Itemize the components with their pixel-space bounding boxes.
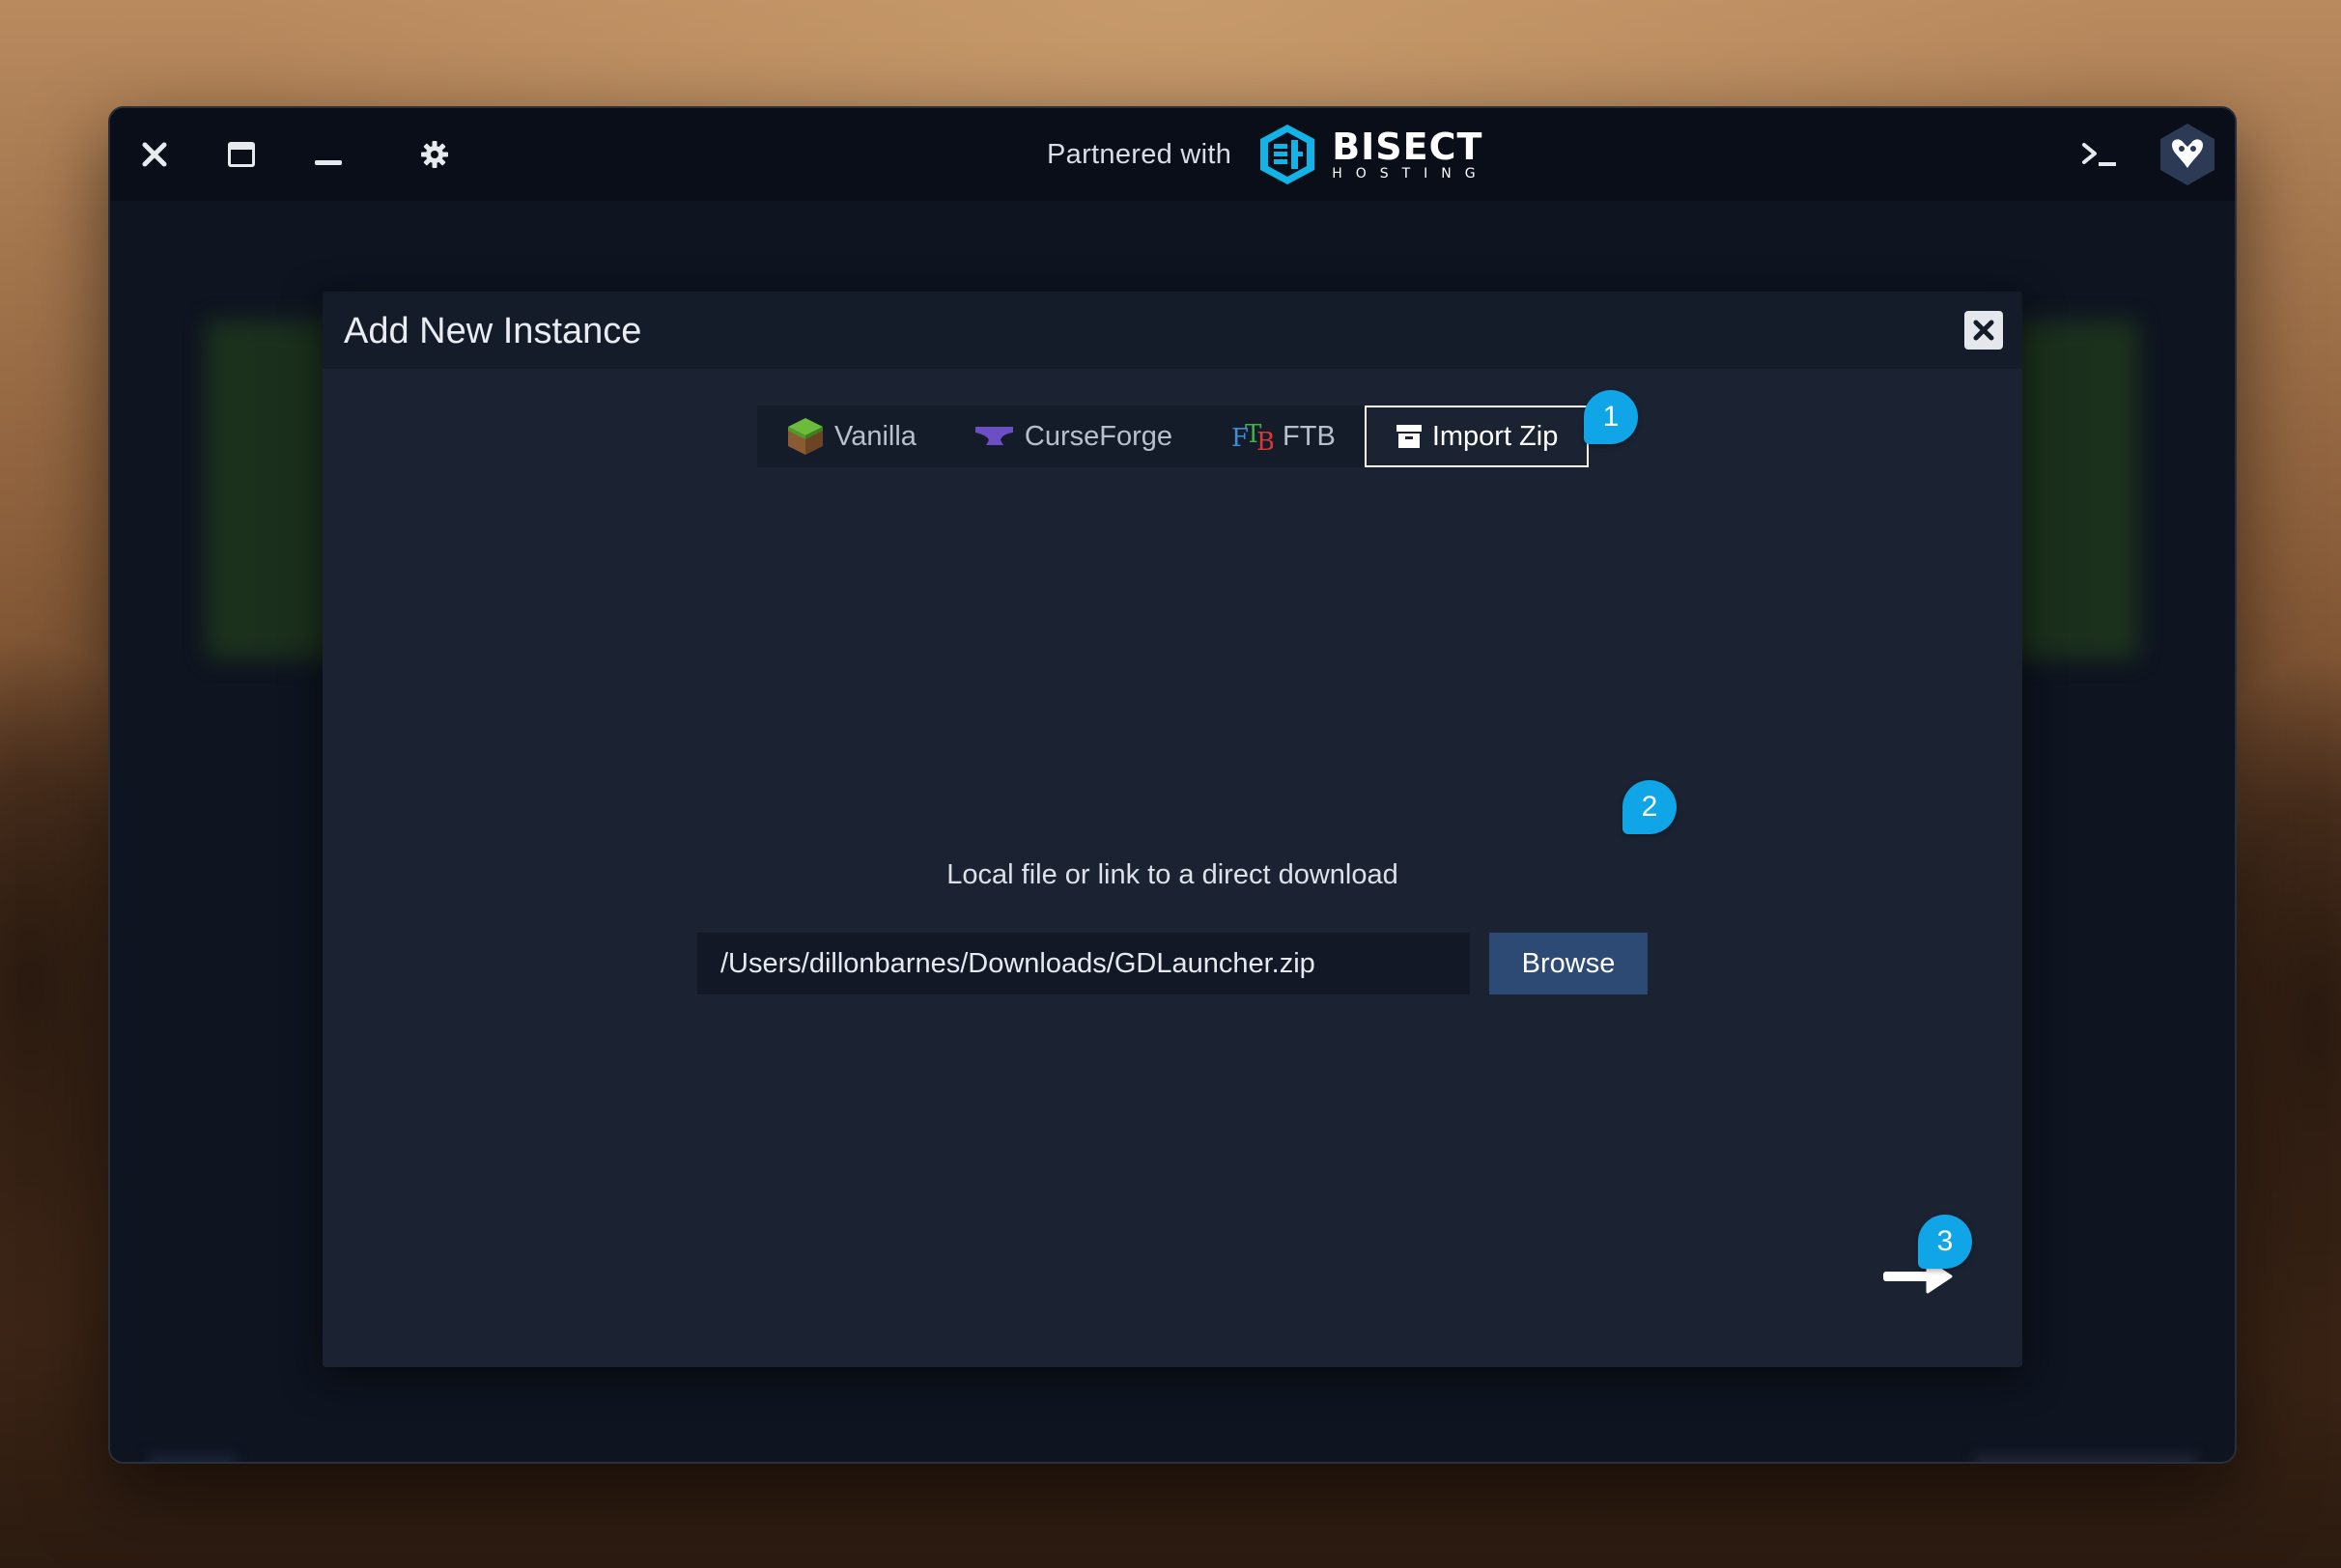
bisect-wordmark: BISECT bbox=[1332, 126, 1483, 168]
zip-path-input[interactable] bbox=[697, 933, 1470, 994]
partner-banner[interactable]: Partnered with BISECT HOSTING bbox=[1047, 125, 1489, 184]
browse-button[interactable]: Browse bbox=[1489, 933, 1648, 994]
step-callout-badge: 1 bbox=[1584, 390, 1638, 444]
tab-import-zip[interactable]: Import Zip bbox=[1364, 406, 1590, 467]
maximize-icon[interactable] bbox=[220, 133, 263, 176]
terminal-icon[interactable] bbox=[2074, 133, 2127, 176]
import-prompt-label: Local file or link to a direct download bbox=[946, 859, 1398, 890]
modal-header: Add New Instance bbox=[323, 292, 2022, 369]
bisect-hex-icon bbox=[1260, 125, 1315, 184]
anvil-icon bbox=[974, 427, 1013, 445]
close-icon bbox=[1973, 320, 1994, 341]
background-blur-block bbox=[149, 1454, 236, 1462]
instance-source-tabs: Vanilla CurseForge F T B FTB bbox=[757, 406, 1590, 467]
tab-curseforge[interactable]: CurseForge bbox=[945, 406, 1201, 467]
title-bar: Partnered with BISECT HOSTING bbox=[110, 108, 2235, 201]
ftb-logo-icon: F T B bbox=[1231, 420, 1273, 454]
close-icon[interactable] bbox=[133, 133, 176, 176]
tab-label: Vanilla bbox=[834, 420, 917, 452]
svg-text:B: B bbox=[1256, 428, 1273, 454]
partner-label: Partnered with bbox=[1047, 138, 1232, 170]
settings-gear-icon[interactable] bbox=[413, 133, 456, 176]
tab-vanilla[interactable]: Vanilla bbox=[757, 406, 945, 467]
tab-label: FTB bbox=[1283, 420, 1336, 452]
bisect-hosting-logo[interactable]: BISECT HOSTING bbox=[1256, 123, 1488, 186]
tab-label: Import Zip bbox=[1431, 420, 1559, 452]
modal-title: Add New Instance bbox=[344, 311, 642, 351]
minecraft-grass-block-icon bbox=[788, 418, 823, 455]
archive-box-icon bbox=[1396, 425, 1422, 448]
background-blur-block bbox=[1974, 1454, 2196, 1462]
step-callout-badge: 3 bbox=[1918, 1215, 1972, 1269]
step-callout-badge: 2 bbox=[1622, 780, 1677, 834]
tab-ftb[interactable]: F T B FTB bbox=[1201, 406, 1365, 467]
bisect-subtitle: HOSTING bbox=[1332, 166, 1489, 182]
minimize-icon[interactable] bbox=[307, 133, 350, 176]
modal-close-button[interactable] bbox=[1964, 311, 2003, 350]
add-instance-modal: Add New Instance Vanilla CurseForge F T … bbox=[323, 292, 2022, 1367]
profile-avatar-icon[interactable] bbox=[2156, 122, 2219, 187]
tab-label: CurseForge bbox=[1024, 420, 1173, 452]
